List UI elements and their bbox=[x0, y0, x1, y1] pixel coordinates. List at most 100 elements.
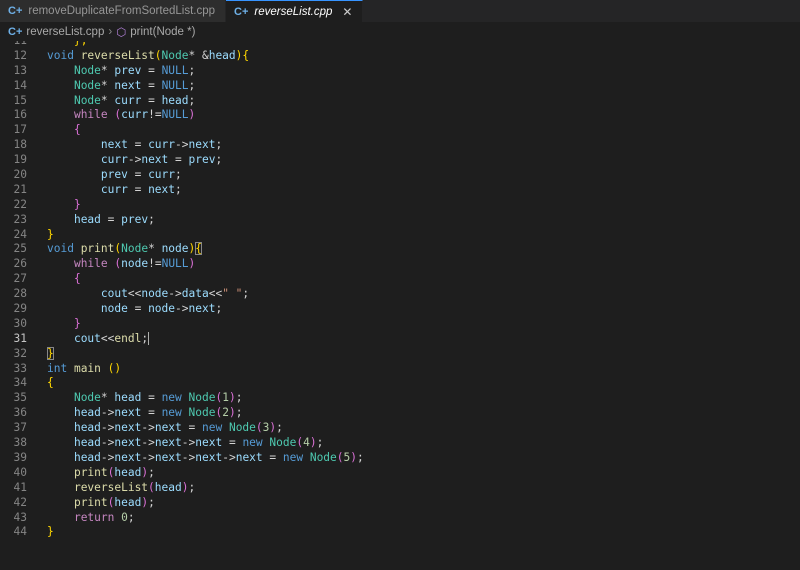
code-text[interactable]: return 0; bbox=[27, 511, 135, 526]
breadcrumb-file[interactable]: reverseList.cpp bbox=[26, 26, 104, 38]
code-line[interactable]: 22 } bbox=[0, 198, 800, 213]
code-line[interactable]: 43 return 0; bbox=[0, 511, 800, 526]
breadcrumb-symbol[interactable]: print(Node *) bbox=[130, 26, 195, 38]
line-number: 24 bbox=[13, 227, 27, 241]
code-text[interactable]: int main () bbox=[27, 362, 121, 377]
code-token: head bbox=[154, 480, 182, 494]
code-line[interactable]: 28 cout<<node->data<<" "; bbox=[0, 287, 800, 302]
code-token: } bbox=[73, 197, 81, 211]
code-token: next bbox=[188, 138, 216, 152]
code-text[interactable]: head->next->next->next->next = new Node(… bbox=[27, 451, 364, 466]
code-text[interactable]: Node* curr = head; bbox=[27, 94, 195, 109]
tab-reverseList[interactable]: C+ reverseList.cpp ✕ bbox=[226, 0, 364, 22]
code-token: ) bbox=[228, 391, 236, 405]
code-text[interactable]: } bbox=[27, 317, 81, 332]
code-line[interactable]: 24} bbox=[0, 228, 800, 243]
code-text[interactable]: } bbox=[27, 228, 54, 243]
code-text[interactable]: head->next = new Node(2); bbox=[27, 406, 243, 421]
code-text[interactable]: { bbox=[27, 376, 54, 391]
code-token: ; bbox=[276, 421, 283, 435]
code-text[interactable]: cout<<node->data<<" "; bbox=[27, 287, 249, 302]
code-text[interactable]: }; bbox=[27, 41, 87, 49]
close-icon[interactable]: ✕ bbox=[342, 5, 352, 19]
code-line[interactable]: 19 curr->next = prev; bbox=[0, 153, 800, 168]
code-token: node bbox=[161, 242, 189, 256]
code-line[interactable]: 27 { bbox=[0, 272, 800, 287]
code-text[interactable]: curr->next = prev; bbox=[27, 153, 222, 168]
code-token: } bbox=[47, 346, 54, 360]
code-token: -> bbox=[141, 436, 155, 450]
code-text[interactable]: Node* prev = NULL; bbox=[27, 64, 195, 79]
code-token: { bbox=[47, 376, 54, 390]
code-line[interactable]: 20 prev = curr; bbox=[0, 168, 800, 183]
code-line[interactable]: 17 { bbox=[0, 123, 800, 138]
code-line[interactable]: 36 head->next = new Node(2); bbox=[0, 406, 800, 421]
code-editor[interactable]: 11 };12void reverseList(Node* &head){13 … bbox=[0, 41, 800, 570]
code-text[interactable]: while (curr!=NULL) bbox=[27, 108, 195, 123]
code-line[interactable]: 16 while (curr!=NULL) bbox=[0, 108, 800, 123]
code-line[interactable]: 29 node = node->next; bbox=[0, 302, 800, 317]
code-text[interactable]: } bbox=[27, 346, 54, 362]
code-token: NULL bbox=[161, 257, 189, 271]
code-text[interactable]: next = curr->next; bbox=[27, 138, 222, 153]
code-text[interactable]: { bbox=[27, 272, 81, 287]
code-token: curr bbox=[114, 93, 142, 107]
code-text[interactable]: print(head); bbox=[27, 496, 155, 511]
code-line[interactable]: 41 reverseList(head); bbox=[0, 481, 800, 496]
code-line[interactable]: 26 while (node!=NULL) bbox=[0, 257, 800, 272]
code-text[interactable]: void reverseList(Node* &head){ bbox=[27, 49, 249, 64]
code-line[interactable]: 34 { bbox=[0, 376, 800, 391]
line-number: 32 bbox=[13, 346, 27, 360]
code-token: prev bbox=[121, 212, 149, 226]
code-line[interactable]: 33 int main () bbox=[0, 362, 800, 377]
code-line[interactable]: 32} bbox=[0, 346, 800, 362]
code-text[interactable]: prev = curr; bbox=[27, 168, 182, 183]
code-token: ; bbox=[242, 287, 250, 301]
code-line[interactable]: 37 head->next->next = new Node(3); bbox=[0, 421, 800, 436]
code-token: head bbox=[114, 465, 142, 479]
code-line[interactable]: 38 head->next->next->next = new Node(4); bbox=[0, 436, 800, 451]
code-token: * bbox=[100, 63, 115, 77]
code-line[interactable]: 35 Node* head = new Node(1); bbox=[0, 391, 800, 406]
code-line[interactable]: 30 } bbox=[0, 317, 800, 332]
code-text[interactable]: while (node!=NULL) bbox=[27, 257, 195, 272]
code-text[interactable]: void print(Node* node){ bbox=[27, 242, 203, 257]
code-token: ; bbox=[235, 406, 243, 420]
code-line[interactable]: 12 void reverseList(Node* &head){ bbox=[0, 49, 800, 64]
code-line[interactable]: 11 }; bbox=[0, 41, 800, 49]
code-text[interactable]: head->next->next->next = new Node(4); bbox=[27, 436, 323, 451]
code-text[interactable]: } bbox=[27, 525, 54, 540]
code-text[interactable]: print(head); bbox=[27, 466, 155, 481]
code-token: << bbox=[100, 331, 115, 345]
code-text[interactable]: head = prev; bbox=[27, 213, 155, 228]
code-token: -> bbox=[175, 302, 189, 316]
code-token: = bbox=[127, 138, 149, 152]
code-text[interactable]: cout<<endl; bbox=[27, 331, 150, 347]
code-text[interactable]: node = node->next; bbox=[27, 302, 222, 317]
code-lines[interactable]: 11 };12void reverseList(Node* &head){13 … bbox=[0, 41, 800, 540]
code-line[interactable]: 14 Node* next = NULL; bbox=[0, 79, 800, 94]
code-line[interactable]: 25 void print(Node* node){ bbox=[0, 242, 800, 257]
code-line[interactable]: 18 next = curr->next; bbox=[0, 138, 800, 153]
code-text[interactable]: reverseList(head); bbox=[27, 481, 195, 496]
tab-removeDuplicateFromSortedList[interactable]: C+ removeDuplicateFromSortedList.cpp bbox=[0, 0, 227, 22]
code-line[interactable]: 40 print(head); bbox=[0, 466, 800, 481]
code-text[interactable]: Node* next = NULL; bbox=[27, 79, 195, 94]
method-cube-icon: ⬡ bbox=[116, 27, 127, 39]
code-line[interactable]: 23 head = prev; bbox=[0, 213, 800, 228]
code-line[interactable]: 15 Node* curr = head; bbox=[0, 94, 800, 109]
code-text[interactable]: Node* head = new Node(1); bbox=[27, 391, 243, 406]
code-token: ; bbox=[316, 436, 324, 450]
code-line[interactable]: 44} bbox=[0, 525, 800, 540]
code-line[interactable]: 39 head->next->next->next->next = new No… bbox=[0, 451, 800, 466]
code-token: prev bbox=[114, 63, 142, 77]
code-line[interactable]: 31 cout<<endl; bbox=[0, 332, 800, 347]
code-line[interactable]: 42 print(head); bbox=[0, 496, 800, 511]
code-line[interactable]: 13 Node* prev = NULL; bbox=[0, 64, 800, 79]
code-token: curr bbox=[148, 168, 176, 182]
code-text[interactable]: head->next->next = new Node(3); bbox=[27, 421, 283, 436]
code-line[interactable]: 21 curr = next; bbox=[0, 183, 800, 198]
code-text[interactable]: } bbox=[27, 198, 81, 213]
code-text[interactable]: curr = next; bbox=[27, 183, 182, 198]
code-text[interactable]: { bbox=[27, 123, 81, 138]
